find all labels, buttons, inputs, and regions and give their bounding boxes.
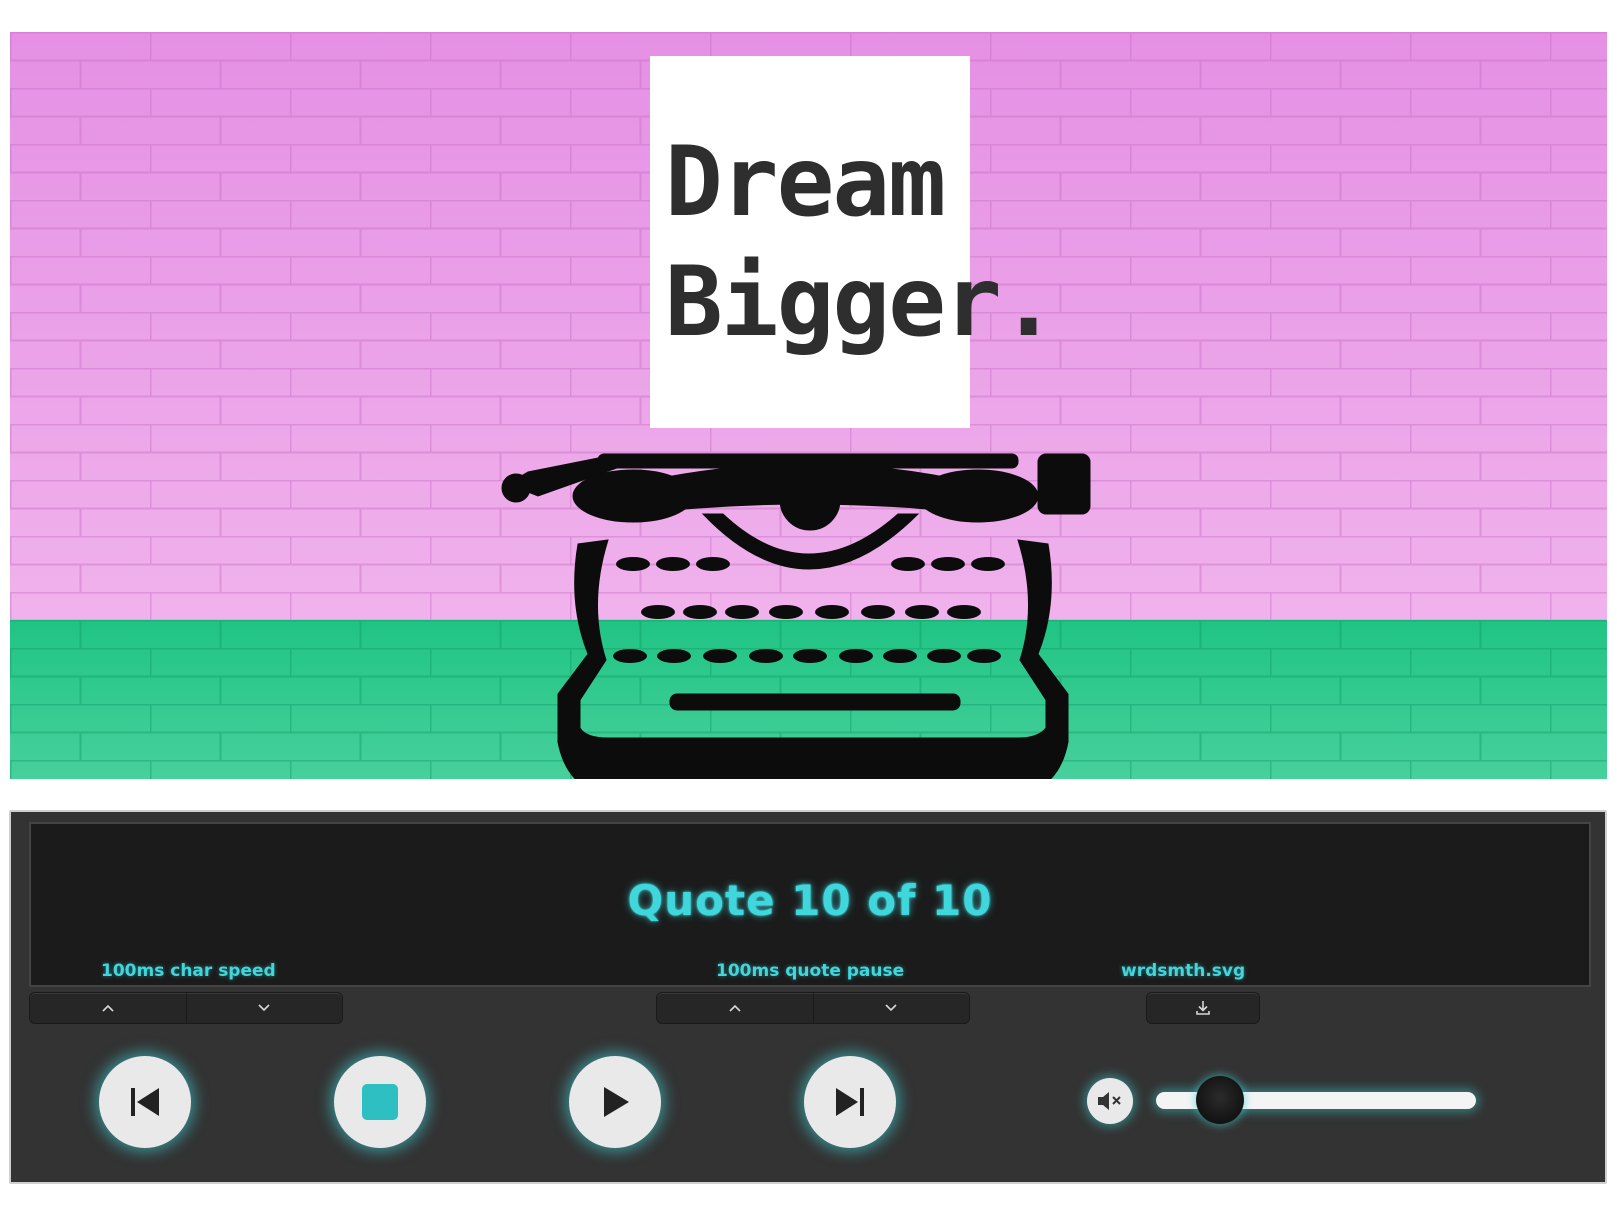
volume-slider-thumb[interactable]: [1196, 1076, 1244, 1124]
quote-line-2: Bigger.: [665, 246, 1058, 358]
download-icon: [1196, 1001, 1210, 1015]
char-speed-increase-button[interactable]: [30, 993, 186, 1023]
stop-button[interactable]: [334, 1056, 426, 1148]
key-row-3: [613, 649, 1001, 663]
quote-pause-stepper: [656, 992, 970, 1024]
typewriter-canvas: Dream Bigger.: [10, 32, 1607, 779]
char-speed-stepper: [29, 992, 343, 1024]
chevron-up-icon: [102, 1004, 114, 1012]
play-icon: [604, 1087, 629, 1117]
skip-next-icon: [836, 1088, 864, 1116]
volume-muted-icon: [1098, 1092, 1121, 1110]
download-svg-button[interactable]: [1146, 992, 1260, 1024]
char-speed-label: 100ms char speed: [101, 961, 276, 981]
download-button-face[interactable]: [1147, 993, 1259, 1023]
quote-player: Quote 10 of 10 100ms char speed 100ms qu…: [9, 810, 1607, 1184]
quote-line-1: Dream: [665, 126, 946, 238]
stop-icon: [362, 1084, 398, 1120]
quote-pause-decrease-button[interactable]: [812, 993, 970, 1023]
previous-quote-button[interactable]: [99, 1056, 191, 1148]
download-filename-label: wrdsmth.svg: [1121, 961, 1246, 981]
chevron-down-icon: [885, 1004, 897, 1012]
chevron-up-icon: [729, 1004, 741, 1012]
quote-status: Quote 10 of 10: [627, 876, 993, 925]
quote-pause-label: 100ms quote pause: [716, 961, 905, 981]
char-speed-decrease-button[interactable]: [185, 993, 343, 1023]
skip-previous-icon: [131, 1088, 159, 1116]
next-quote-button[interactable]: [804, 1056, 896, 1148]
typewriter-paper: [650, 56, 970, 428]
mute-toggle-button[interactable]: [1087, 1078, 1133, 1124]
typewriter-illustration: [501, 453, 1091, 779]
quote-pause-increase-button[interactable]: [657, 993, 813, 1023]
key-row-2: [641, 605, 981, 619]
chevron-down-icon: [258, 1004, 270, 1012]
play-button[interactable]: [569, 1056, 661, 1148]
